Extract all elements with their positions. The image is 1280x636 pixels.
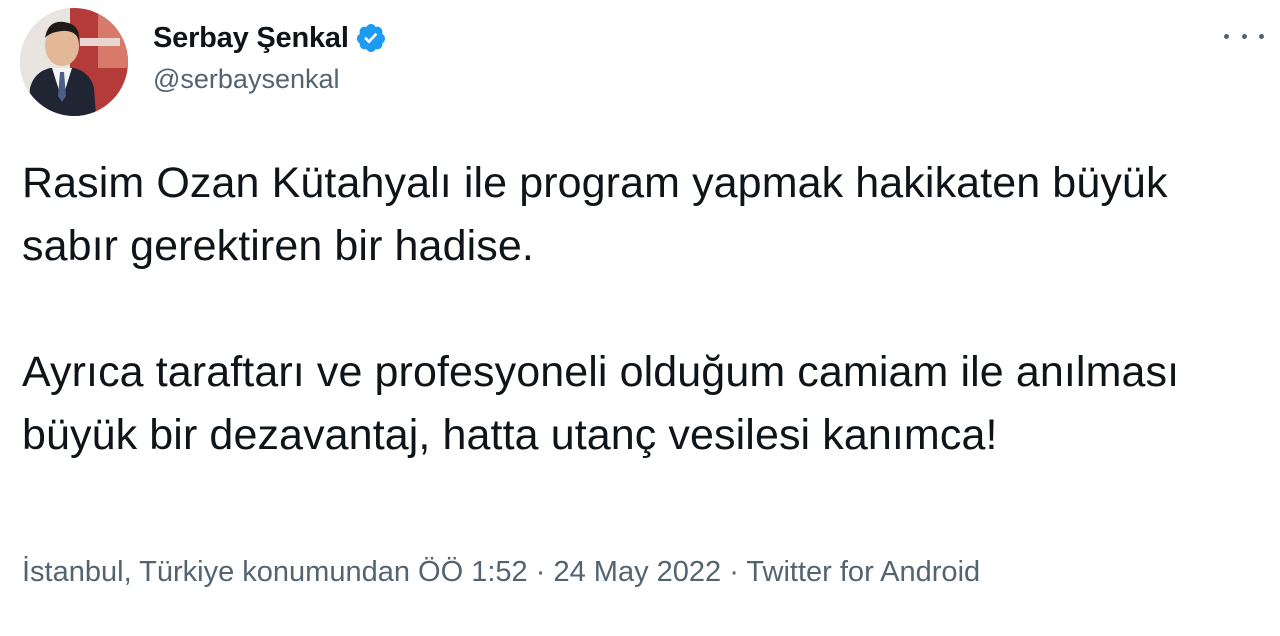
tweet-paragraph-1: Rasim Ozan Kütahyalı ile program yapmak … [22, 159, 1168, 270]
tweet-time[interactable]: ÖÖ 1:52 [418, 556, 528, 588]
tweet-text: Rasim Ozan Kütahyalı ile program yapmak … [22, 152, 1252, 467]
author-handle[interactable]: @serbaysenkal [153, 64, 340, 95]
avatar-photo [20, 8, 128, 116]
author-display-name[interactable]: Serbay Şenkal [153, 22, 349, 55]
tweet-date[interactable]: 24 May 2022 [553, 556, 721, 588]
tweet-metadata: İstanbul, Türkiye konumundan ÖÖ 1:52 · 2… [22, 556, 980, 589]
more-options-icon[interactable] [1224, 20, 1264, 52]
tweet-paragraph-2: Ayrıca taraftarı ve profesyoneli olduğum… [22, 348, 1180, 459]
meta-separator: · [535, 556, 546, 588]
tweet: Serbay Şenkal @serbaysenkal Rasim Ozan K… [0, 0, 1280, 636]
meta-separator: · [729, 556, 739, 588]
verified-badge-icon [355, 22, 387, 54]
more-dot [1224, 33, 1229, 39]
more-dot [1259, 33, 1264, 39]
avatar[interactable] [20, 8, 128, 116]
author-name-row: Serbay Şenkal [153, 18, 387, 58]
tweet-location[interactable]: İstanbul, Türkiye konumundan [22, 556, 410, 588]
tweet-source[interactable]: Twitter for Android [746, 556, 980, 588]
more-dot [1241, 33, 1247, 39]
